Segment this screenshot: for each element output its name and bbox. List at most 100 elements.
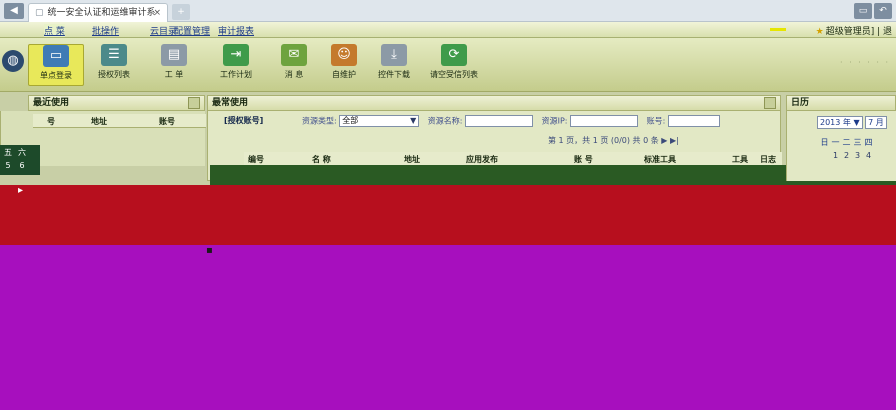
- new-tab-button[interactable]: +: [172, 4, 190, 20]
- toolbar-self-maintain[interactable]: ☺ 自维护: [316, 44, 372, 86]
- toolbar-label: 工 单: [164, 70, 184, 79]
- account-input[interactable]: [667, 115, 720, 127]
- recent-table-header: 号 地址 账号: [33, 114, 206, 128]
- column-header: 号: [47, 117, 55, 126]
- column-header: 地址: [91, 117, 107, 126]
- weekday-label: 日: [820, 138, 829, 147]
- pagination: 第 1 页，共 1 页 (0/0) 共 0 条 ▶ ▶|: [548, 135, 679, 146]
- list-icon: ☰: [101, 44, 127, 66]
- form-icon: ▤: [161, 44, 187, 66]
- toolbar-label: 消 息: [284, 70, 304, 79]
- chevron-down-icon: ▼: [410, 116, 417, 125]
- toolbar-decoration: · · · · · ·: [840, 58, 890, 67]
- undo-icon[interactable]: ↶: [874, 3, 892, 19]
- nav-item-batch[interactable]: 批操作: [92, 24, 119, 37]
- calendar-panel-header: 日历: [786, 95, 896, 111]
- column-header: 应用发布: [466, 155, 498, 164]
- browser-tab[interactable]: ▢统一安全认证和运维审计系统 ×: [28, 3, 168, 36]
- recent-panel-header: 最近使用: [28, 95, 205, 111]
- resource-name-input[interactable]: [465, 115, 534, 127]
- column-header: 编号: [248, 155, 264, 164]
- panel-collapse-icon[interactable]: [188, 97, 200, 109]
- toolbar-label: 授权列表: [98, 70, 130, 79]
- nav-item-cloud[interactable]: 云目录: [150, 24, 177, 37]
- message-icon: ✉: [281, 44, 307, 66]
- user-icon: ★: [815, 27, 824, 37]
- back-icon[interactable]: ◀: [4, 3, 24, 19]
- toolbar-work-order[interactable]: ▤ 工 单: [146, 44, 202, 86]
- calendar-panel: 2013 年 ▼ 7 月 日一二三四 1234: [786, 111, 896, 181]
- toolbar-clear-trusted[interactable]: ⟳ 请空受信列表: [426, 44, 482, 86]
- nav-item-audit[interactable]: 审计报表: [218, 24, 254, 37]
- weekday-label: 三: [853, 138, 862, 147]
- toolbar-label: 控件下载: [378, 70, 410, 79]
- resource-name-label: 资源名称:: [427, 116, 463, 126]
- overlay-marker: ▸: [18, 185, 24, 196]
- close-icon[interactable]: ×: [153, 4, 161, 22]
- globe-icon[interactable]: ◍: [2, 50, 24, 72]
- calendar-weekdays: 日一二三四: [819, 137, 896, 149]
- column-header: 日志: [760, 155, 776, 164]
- side-calendar-fragment: 五 六 5 6: [0, 145, 40, 175]
- calendar-days: 1234: [819, 151, 896, 160]
- browser-tab-bar: ◀ ▢统一安全认证和运维审计系统 × + ▭↶: [0, 0, 896, 36]
- purple-overlay-block: ▪: [0, 245, 896, 410]
- window-controls: ▭ ↶: [852, 3, 892, 19]
- calendar-day[interactable]: 3: [852, 151, 863, 160]
- toolbar-auth-list[interactable]: ☰ 授权列表: [86, 44, 142, 86]
- overlay-marker: ▪: [206, 245, 213, 256]
- filter-bar: 资源类型: 全部 ▼ 资源名称: 资源IP: 账号:: [302, 115, 726, 127]
- month-value: 7 月: [868, 118, 884, 127]
- refresh-icon: ⟳: [441, 44, 467, 66]
- column-header: 名 称: [312, 155, 331, 164]
- calendar-day[interactable]: 1: [830, 151, 841, 160]
- toolbar-label: 单点登录: [40, 71, 72, 80]
- toolbar-single-sign-on[interactable]: ▭ 单点登录: [28, 44, 84, 86]
- weekday-label: 一: [831, 138, 840, 147]
- panel-collapse-icon[interactable]: [764, 97, 776, 109]
- resource-ip-label: 资源IP:: [541, 116, 568, 126]
- calendar-day[interactable]: 6: [16, 161, 28, 170]
- monitor-icon: ▭: [43, 45, 69, 67]
- year-select[interactable]: 2013 年 ▼: [817, 116, 863, 129]
- column-header: 工具: [732, 155, 748, 164]
- frequent-panel-title: 最常使用: [212, 98, 249, 108]
- nav-item-config[interactable]: 配置管理: [174, 24, 210, 37]
- red-overlay-block: ▸: [0, 185, 896, 245]
- column-header: 账 号: [574, 155, 593, 164]
- calendar-day[interactable]: 5: [2, 161, 14, 170]
- user-name[interactable]: 超级管理员] | 退: [826, 27, 892, 37]
- month-select[interactable]: 7 月: [865, 116, 887, 129]
- download-icon: ⤓: [381, 44, 407, 66]
- calendar-selector: 2013 年 ▼ 7 月: [817, 116, 887, 129]
- restore-icon[interactable]: ▭: [854, 3, 872, 19]
- toolbar-message[interactable]: ✉ 消 息: [266, 44, 322, 86]
- user-info: ★ 超级管理员] | 退: [816, 24, 892, 37]
- column-header: 账号: [159, 117, 175, 126]
- column-header: 地址: [404, 155, 420, 164]
- main-toolbar: ◍ ▭ 单点登录 ☰ 授权列表 ▤ 工 单 ⇥ 工作计划 ✉ 消 息 ☺ 自维护…: [0, 38, 896, 92]
- plan-icon: ⇥: [223, 44, 249, 66]
- calendar-panel-title: 日历: [791, 98, 810, 108]
- pagination-info: 第 1 页，共 1 页 (0/0) 共 0 条: [548, 136, 659, 145]
- column-header: 标准工具: [644, 155, 676, 164]
- resource-ip-input[interactable]: [570, 115, 639, 127]
- toolbar-control-download[interactable]: ⤓ 控件下载: [366, 44, 422, 86]
- toolbar-label: 请空受信列表: [430, 70, 478, 79]
- account-label: 账号:: [646, 116, 666, 126]
- pagination-next-icon[interactable]: ▶ ▶|: [661, 136, 679, 145]
- resource-type-label: 资源类型:: [302, 116, 337, 126]
- toolbar-work-plan[interactable]: ⇥ 工作计划: [208, 44, 264, 86]
- toolbar-label: 自维护: [332, 70, 356, 79]
- year-value: 2013 年: [820, 118, 851, 127]
- resource-type-select[interactable]: 全部 ▼: [339, 115, 420, 127]
- auth-account-tab[interactable]: [授权账号]: [224, 115, 263, 126]
- status-bar-highlight: [770, 28, 786, 31]
- calendar-day[interactable]: 2: [841, 151, 852, 160]
- weekday-label: 六: [18, 148, 26, 157]
- calendar-day[interactable]: 4: [863, 151, 874, 160]
- weekday-label: 五: [4, 148, 12, 157]
- resource-type-value: 全部: [342, 116, 359, 125]
- resource-table-header: 编号 名 称 地址 应用发布 账 号 标准工具 工具 日志: [244, 152, 782, 166]
- nav-item-home[interactable]: 点 菜: [44, 24, 65, 37]
